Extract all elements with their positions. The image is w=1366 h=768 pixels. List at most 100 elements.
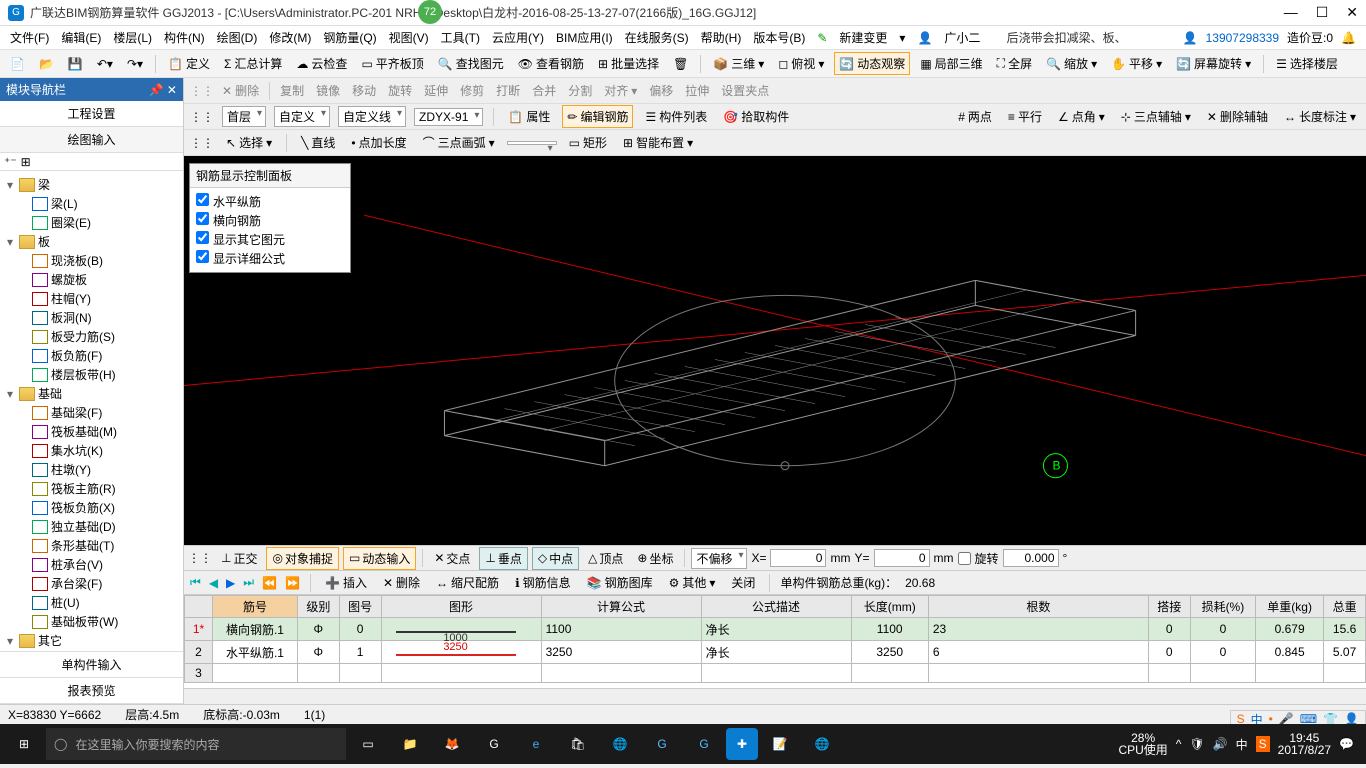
perp-button[interactable]: ⊥ 垂点 bbox=[479, 547, 527, 570]
tree-item[interactable]: 圈梁(E) bbox=[2, 213, 181, 232]
two-point-button[interactable]: # 两点 bbox=[954, 106, 996, 127]
component-tree[interactable]: ▾梁梁(L)圈梁(E)▾板现浇板(B)螺旋板柱帽(Y)板洞(N)板受力筋(S)板… bbox=[0, 171, 183, 651]
trim-button[interactable]: 修剪 bbox=[456, 80, 488, 101]
fullscreen-button[interactable]: ⛶ 全屏 bbox=[993, 53, 1036, 74]
split-button[interactable]: 分割 bbox=[564, 80, 596, 101]
rebar-table[interactable]: 筋号级别图号图形计算公式公式描述长度(mm)根数搭接损耗(%)单重(kg)总重1… bbox=[184, 595, 1366, 688]
mirror-button[interactable]: 镜像 bbox=[312, 80, 344, 101]
pick-component-button[interactable]: 🎯 拾取构件 bbox=[719, 106, 793, 127]
three-aux-button[interactable]: ⊹ 三点辅轴▾ bbox=[1117, 106, 1195, 127]
sidebar-report[interactable]: 报表预览 bbox=[0, 678, 183, 704]
align-slab-button[interactable]: ▭ 平齐板顶 bbox=[357, 53, 427, 74]
tree-item[interactable]: 独立基础(D) bbox=[2, 517, 181, 536]
bell-icon[interactable]: 🔔 bbox=[1341, 31, 1356, 45]
category-combo[interactable]: 自定义 bbox=[274, 106, 330, 127]
tree-item[interactable]: 集水坑(K) bbox=[2, 441, 181, 460]
taskbar-app-2[interactable]: 🦊 bbox=[432, 724, 472, 764]
ortho-button[interactable]: ⊥ 正交 bbox=[216, 548, 262, 569]
redo-button[interactable]: ↷▾ bbox=[123, 55, 147, 73]
merge-button[interactable]: 合并 bbox=[528, 80, 560, 101]
arc-button[interactable]: ⌒ 三点画弧▾ bbox=[419, 132, 499, 153]
handle-icon[interactable]: ⋮⋮ bbox=[190, 110, 214, 124]
line-button[interactable]: ╲ 直线 bbox=[297, 132, 339, 153]
menu-bim[interactable]: BIM应用(I) bbox=[552, 27, 617, 48]
taskbar-app-3[interactable]: G bbox=[474, 724, 514, 764]
tree-item[interactable]: 基础梁(F) bbox=[2, 403, 181, 422]
sidebar-tab-project[interactable]: 工程设置 bbox=[0, 101, 183, 127]
tree-item[interactable]: 板负筋(F) bbox=[2, 346, 181, 365]
maximize-button[interactable]: ☐ bbox=[1316, 4, 1329, 21]
menu-modify[interactable]: 修改(M) bbox=[265, 27, 315, 48]
point-angle-button[interactable]: ∠ 点角▾ bbox=[1054, 106, 1109, 127]
property-button[interactable]: 📋 属性 bbox=[504, 106, 554, 127]
taskbar-app-10[interactable]: 📝 bbox=[760, 724, 800, 764]
task-view-button[interactable]: ▭ bbox=[348, 724, 388, 764]
select-button[interactable]: ↖ 选择▾ bbox=[222, 132, 276, 153]
tree-item[interactable]: 柱帽(Y) bbox=[2, 289, 181, 308]
move-button[interactable]: 移动 bbox=[348, 80, 380, 101]
delete-row-button[interactable]: ✕ 删除 bbox=[379, 572, 424, 593]
last-button[interactable]: ⏭ bbox=[243, 575, 254, 590]
handle-icon[interactable]: ⋮⋮ bbox=[190, 84, 214, 98]
smart-layout-button[interactable]: ⊞ 智能布置▾ bbox=[619, 132, 697, 153]
tree-item[interactable]: 筏板基础(M) bbox=[2, 422, 181, 441]
rotate-check[interactable] bbox=[958, 552, 971, 565]
rotate-input[interactable] bbox=[1003, 549, 1059, 567]
menu-rebar[interactable]: 钢筋量(Q) bbox=[319, 27, 380, 48]
offset-button[interactable]: 偏移 bbox=[645, 80, 677, 101]
midpoint-button[interactable]: ◇ 中点 bbox=[532, 547, 579, 570]
taskbar-app-9[interactable]: ✚ bbox=[726, 728, 758, 760]
tree-item[interactable]: 条形基础(T) bbox=[2, 536, 181, 555]
handle-icon[interactable]: ⋮⋮ bbox=[190, 136, 214, 150]
cloud-check-button[interactable]: ☁ 云检查 bbox=[292, 53, 351, 74]
open-button[interactable]: 📂 bbox=[35, 55, 58, 73]
menu-file[interactable]: 文件(F) bbox=[6, 27, 53, 48]
delete-button[interactable]: ✕ 删除 bbox=[218, 80, 263, 101]
tree-item[interactable]: 板受力筋(S) bbox=[2, 327, 181, 346]
tree-item[interactable]: 筏板负筋(X) bbox=[2, 498, 181, 517]
insert-row-button[interactable]: ➕ 插入 bbox=[321, 572, 371, 593]
notification-icon[interactable]: 💬 bbox=[1339, 737, 1354, 751]
table-row[interactable]: 2水平纵筋.1Φ132503250净长32506000.8455.07 bbox=[185, 641, 1366, 664]
tree-item[interactable]: 板洞(N) bbox=[2, 308, 181, 327]
first-button[interactable]: ⏮ bbox=[190, 575, 201, 590]
next-button[interactable]: ▶ bbox=[226, 576, 235, 590]
handle-icon[interactable]: ⋮⋮ bbox=[188, 551, 212, 565]
find-element-button[interactable]: 🔍 查找图元 bbox=[434, 53, 508, 74]
apex-button[interactable]: △ 顶点 bbox=[583, 548, 628, 569]
zoom-button[interactable]: 🔍 缩放▾ bbox=[1042, 53, 1101, 74]
rebar-info-button[interactable]: ℹ 钢筋信息 bbox=[511, 572, 575, 593]
menu-version[interactable]: 版本号(B) bbox=[749, 27, 809, 48]
sidebar-single-input[interactable]: 单构件输入 bbox=[0, 652, 183, 678]
menu-phone[interactable]: 13907298339 bbox=[1206, 31, 1279, 45]
x-input[interactable] bbox=[770, 549, 826, 567]
pin-icon[interactable]: 📌 ✕ bbox=[149, 83, 177, 97]
rebar-display-panel[interactable]: 钢筋显示控制面板 水平纵筋 横向钢筋 显示其它图元 显示详细公式 bbox=[189, 163, 351, 273]
menu-user[interactable]: 广小二 bbox=[940, 27, 984, 48]
rotate-button[interactable]: 旋转 bbox=[384, 80, 416, 101]
pan-button[interactable]: ✋ 平移▾ bbox=[1107, 53, 1166, 74]
tree-folder[interactable]: ▾梁 bbox=[2, 175, 181, 194]
floor-combo[interactable]: 首层 bbox=[222, 106, 266, 127]
horizontal-scrollbar[interactable] bbox=[184, 688, 1366, 704]
tree-item[interactable]: 桩承台(V) bbox=[2, 555, 181, 574]
close-button[interactable]: ✕ bbox=[1346, 4, 1358, 21]
menu-online[interactable]: 在线服务(S) bbox=[621, 27, 693, 48]
tree-item[interactable]: 筏板主筋(R) bbox=[2, 479, 181, 498]
menu-help[interactable]: 帮助(H) bbox=[697, 27, 746, 48]
taskbar-app-1[interactable]: 📁 bbox=[390, 724, 430, 764]
dyn-input-button[interactable]: ▭ 动态输入 bbox=[343, 547, 416, 570]
local-3d-button[interactable]: ▦ 局部三维 bbox=[916, 53, 986, 74]
draw-combo[interactable] bbox=[507, 141, 557, 145]
taskbar-search[interactable]: ◯ 在这里输入你要搜索的内容 bbox=[46, 728, 346, 760]
tree-item[interactable]: 楼层板带(H) bbox=[2, 365, 181, 384]
close-panel-button[interactable]: 关闭 bbox=[727, 572, 759, 593]
base-button[interactable]: ⊕ 坐标 bbox=[632, 548, 678, 569]
define-button[interactable]: 📋 定义 bbox=[164, 53, 214, 74]
menu-tool[interactable]: 工具(T) bbox=[437, 27, 484, 48]
prev-group-button[interactable]: ⏪ bbox=[262, 576, 277, 590]
point-length-button[interactable]: • 点加长度 bbox=[347, 132, 410, 153]
other-button[interactable]: ⚙ 其他▾ bbox=[665, 572, 720, 593]
top-view-button[interactable]: ◻ 俯视▾ bbox=[774, 53, 828, 74]
offset-combo[interactable]: 不偏移 bbox=[691, 548, 747, 569]
